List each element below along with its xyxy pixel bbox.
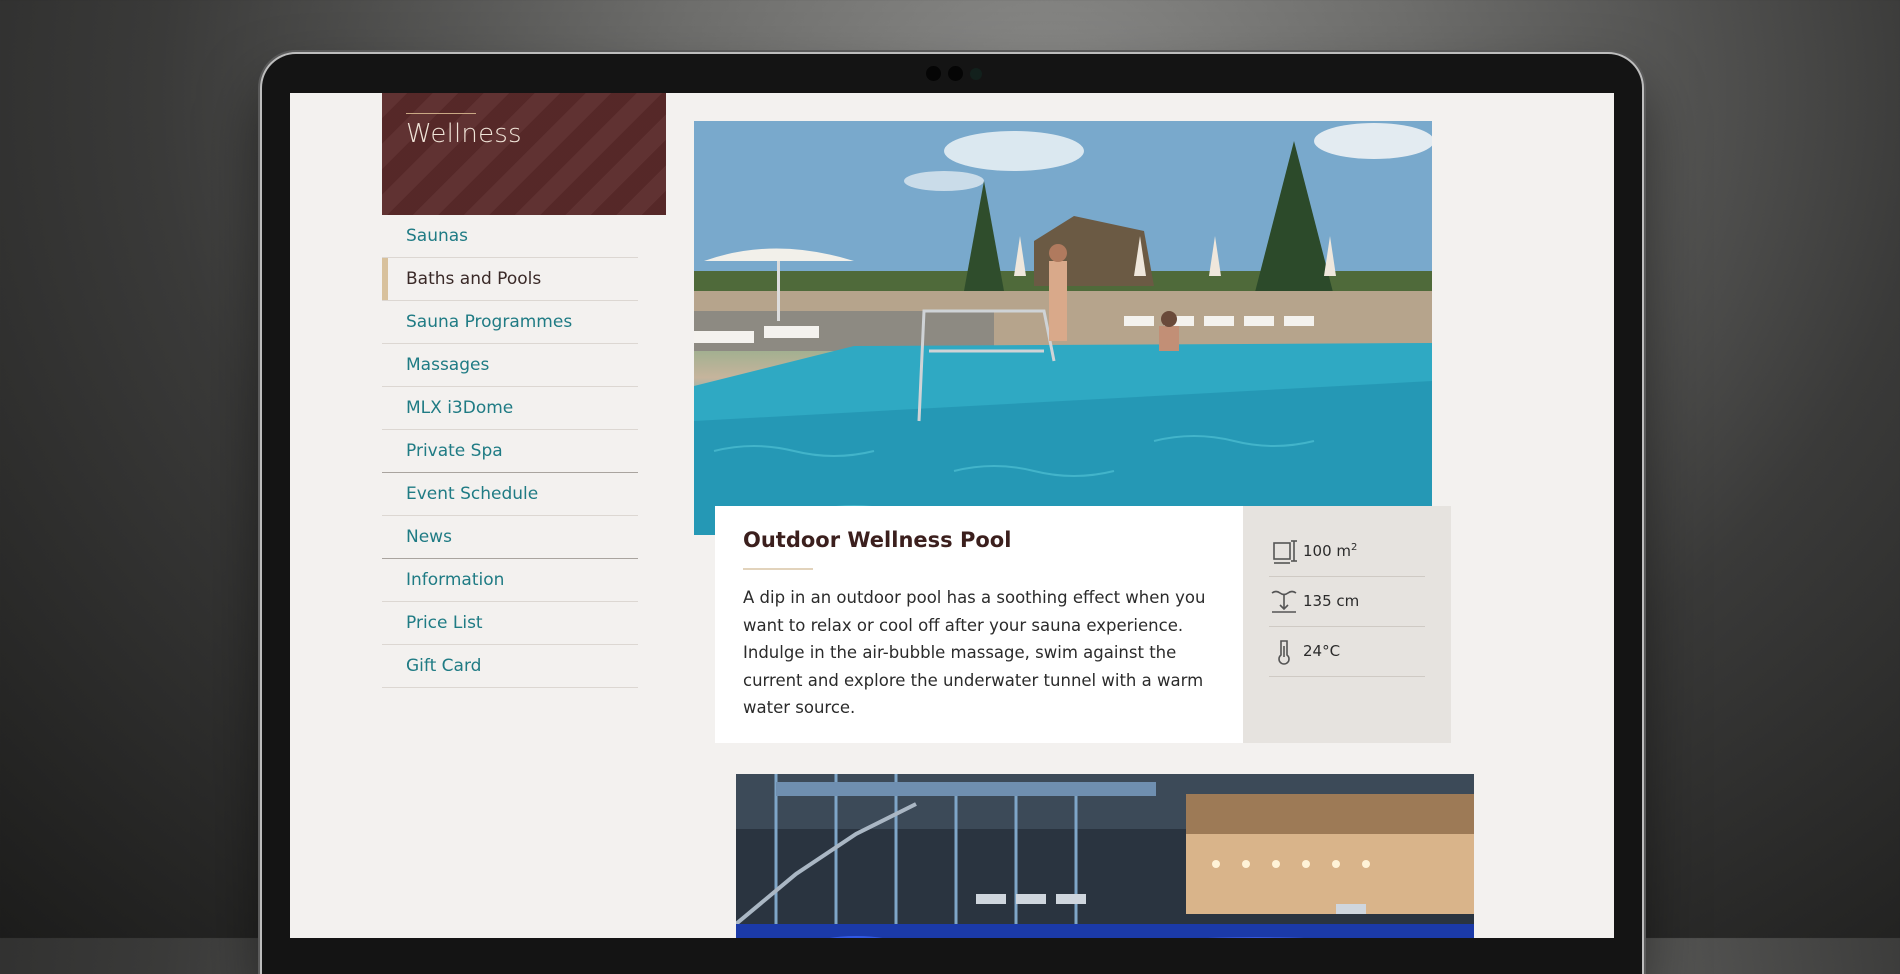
sidebar-item-label: MLX i3Dome [406, 398, 514, 418]
sidebar-item-mlx-i3dome[interactable]: MLX i3Dome [382, 387, 638, 430]
camera-lens [970, 68, 982, 80]
sidebar-item-event-schedule[interactable]: Event Schedule [382, 473, 638, 516]
stat-value: 135 cm [1303, 592, 1360, 610]
sidebar-item-label: Gift Card [406, 656, 482, 676]
stat-row-temperature: 24°C [1269, 626, 1425, 677]
sidebar-item-label: News [406, 527, 452, 547]
sidebar-item-label: Baths and Pools [406, 269, 542, 289]
outdoor-pool-illustration [694, 121, 1432, 535]
camera-dot [926, 66, 941, 81]
sidebar-item-price-list[interactable]: Price List [382, 602, 638, 645]
sidebar-item-massages[interactable]: Massages [382, 344, 638, 387]
section-header: Wellness [382, 93, 666, 215]
outdoor-pool-photo [694, 121, 1432, 535]
depth-icon [1269, 586, 1299, 616]
browser-screen: Wellness Saunas Baths and Pools Sauna Pr… [290, 93, 1614, 938]
stats-panel: 100 m2 135 cm 24°C [1243, 506, 1451, 743]
area-icon [1269, 536, 1299, 566]
sidebar-item-sauna-programmes[interactable]: Sauna Programmes [382, 301, 638, 344]
thermometer-icon [1269, 636, 1299, 666]
stat-value: 24°C [1303, 642, 1341, 660]
stat-value: 100 m2 [1303, 542, 1358, 560]
section-title: Wellness [406, 119, 522, 149]
stat-row-depth: 135 cm [1269, 576, 1425, 627]
sidebar-item-label: Price List [406, 613, 483, 633]
sidebar-item-gift-card[interactable]: Gift Card [382, 645, 638, 688]
sidebar-item-label: Massages [406, 355, 490, 375]
card-title-rule [743, 568, 813, 570]
indoor-pool-illustration [736, 774, 1474, 938]
indoor-pool-photo [736, 774, 1474, 938]
sidebar-item-label: Information [406, 570, 505, 590]
sidebar-item-information[interactable]: Information [382, 559, 638, 602]
sidebar-item-baths-and-pools[interactable]: Baths and Pools [382, 258, 638, 301]
sidebar-nav: Saunas Baths and Pools Sauna Programmes … [382, 215, 638, 688]
sidebar-item-label: Saunas [406, 226, 469, 246]
sidebar-item-news[interactable]: News [382, 516, 638, 559]
sidebar-item-saunas[interactable]: Saunas [382, 215, 638, 258]
header-rule [406, 113, 476, 114]
info-card: Outdoor Wellness Pool A dip in an outdoo… [715, 506, 1243, 743]
card-title: Outdoor Wellness Pool [743, 528, 1012, 552]
sidebar-item-label: Sauna Programmes [406, 312, 573, 332]
stat-row-area: 100 m2 [1269, 526, 1425, 577]
card-description: A dip in an outdoor pool has a soothing … [743, 588, 1206, 717]
sidebar-item-label: Private Spa [406, 441, 503, 461]
sidebar-item-label: Event Schedule [406, 484, 539, 504]
sidebar-item-private-spa[interactable]: Private Spa [382, 430, 638, 473]
camera-dot [948, 66, 963, 81]
